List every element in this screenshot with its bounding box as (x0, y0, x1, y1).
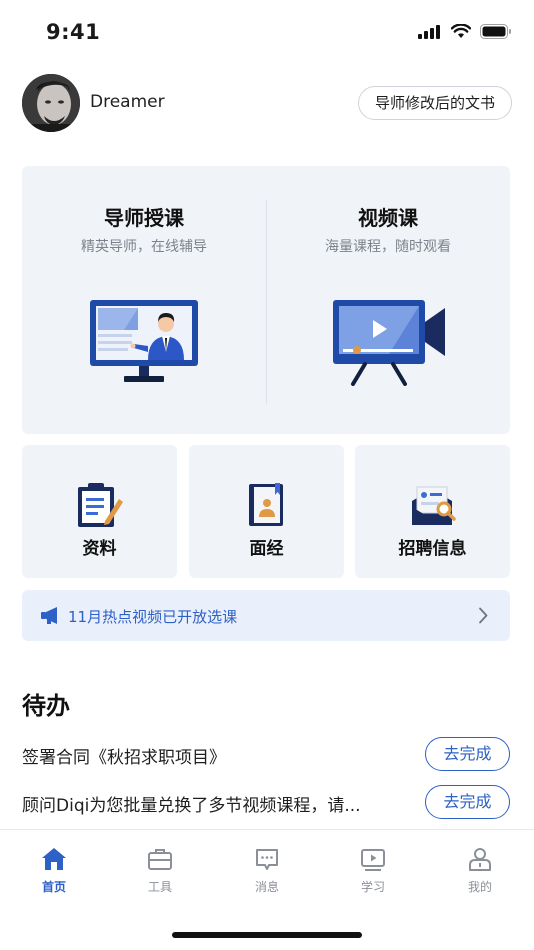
megaphone-icon (41, 607, 57, 624)
featured-services-card: 导师授课 精英导师，在线辅导 视频课 海量课程，随时观看 (22, 166, 510, 434)
todo-item-text: 顾问Diqi为您批量兑换了多节视频课程，请... (22, 796, 361, 816)
tab-profile[interactable]: 我的 (440, 846, 520, 895)
materials-label: 资料 (82, 539, 117, 559)
mentor-monitor-illustration (90, 300, 198, 382)
materials-card[interactable]: 资料 (22, 445, 177, 578)
mentor-lessons-entry[interactable]: 导师授课 精英导师，在线辅导 (22, 166, 266, 434)
tab-learning[interactable]: 学习 (333, 846, 413, 895)
status-time: 9:41 (46, 20, 101, 44)
avatar[interactable] (22, 74, 80, 132)
clipboard-icon (77, 483, 123, 527)
profile-header: Dreamer 导师修改后的文书 (22, 73, 512, 133)
job-info-label: 招聘信息 (398, 539, 467, 559)
video-camera-illustration (333, 300, 445, 386)
todo-section-title: 待办 (22, 692, 70, 720)
username: Dreamer (90, 92, 165, 112)
home-indicator (172, 932, 362, 938)
tab-learning-label: 学习 (360, 880, 385, 894)
revised-documents-button[interactable]: 导师修改后的文书 (357, 86, 512, 120)
video-play-icon (361, 849, 385, 871)
tab-tools-label: 工具 (147, 880, 172, 894)
tab-home-label: 首页 (41, 880, 66, 894)
job-search-icon (411, 486, 456, 525)
mentor-lessons-title: 导师授课 (104, 206, 184, 230)
status-bar: 9:41 (0, 0, 534, 60)
notebook-icon (248, 483, 283, 526)
interview-notes-card[interactable]: 面经 (189, 445, 344, 578)
tab-tools[interactable]: 工具 (120, 846, 200, 895)
tab-profile-label: 我的 (467, 880, 492, 894)
wifi-icon (451, 24, 471, 38)
avatar-photo (22, 74, 80, 132)
toolbox-icon (148, 849, 172, 870)
announcement-text: 11月热点视频已开放选课 (68, 608, 238, 626)
battery-icon (480, 24, 511, 39)
video-courses-subtitle: 海量课程，随时观看 (325, 239, 451, 255)
announcement-banner[interactable]: 11月热点视频已开放选课 (22, 590, 510, 641)
profile-icon (469, 848, 491, 871)
job-info-card[interactable]: 招聘信息 (355, 445, 510, 578)
cellular-signal-icon (418, 24, 440, 39)
todo-item-text: 签署合同《秋招求职项目》 (22, 748, 226, 768)
video-courses-title: 视频课 (358, 206, 418, 230)
video-courses-entry[interactable]: 视频课 海量课程，随时观看 (266, 166, 510, 434)
todo-item: 签署合同《秋招求职项目》 去完成 (22, 737, 510, 773)
status-icons (418, 24, 512, 39)
mentor-lessons-subtitle: 精英导师，在线辅导 (81, 239, 207, 255)
message-icon (256, 849, 278, 870)
complete-button[interactable]: 去完成 (425, 737, 510, 771)
complete-button[interactable]: 去完成 (425, 785, 510, 819)
tab-home[interactable]: 首页 (14, 846, 94, 895)
home-icon (42, 848, 66, 870)
tab-messages-label: 消息 (254, 880, 279, 894)
interview-notes-label: 面经 (249, 539, 284, 559)
todo-item: 顾问Diqi为您批量兑换了多节视频课程，请... 去完成 (22, 785, 510, 821)
tab-messages[interactable]: 消息 (227, 846, 307, 895)
chevron-right-icon (479, 607, 488, 624)
